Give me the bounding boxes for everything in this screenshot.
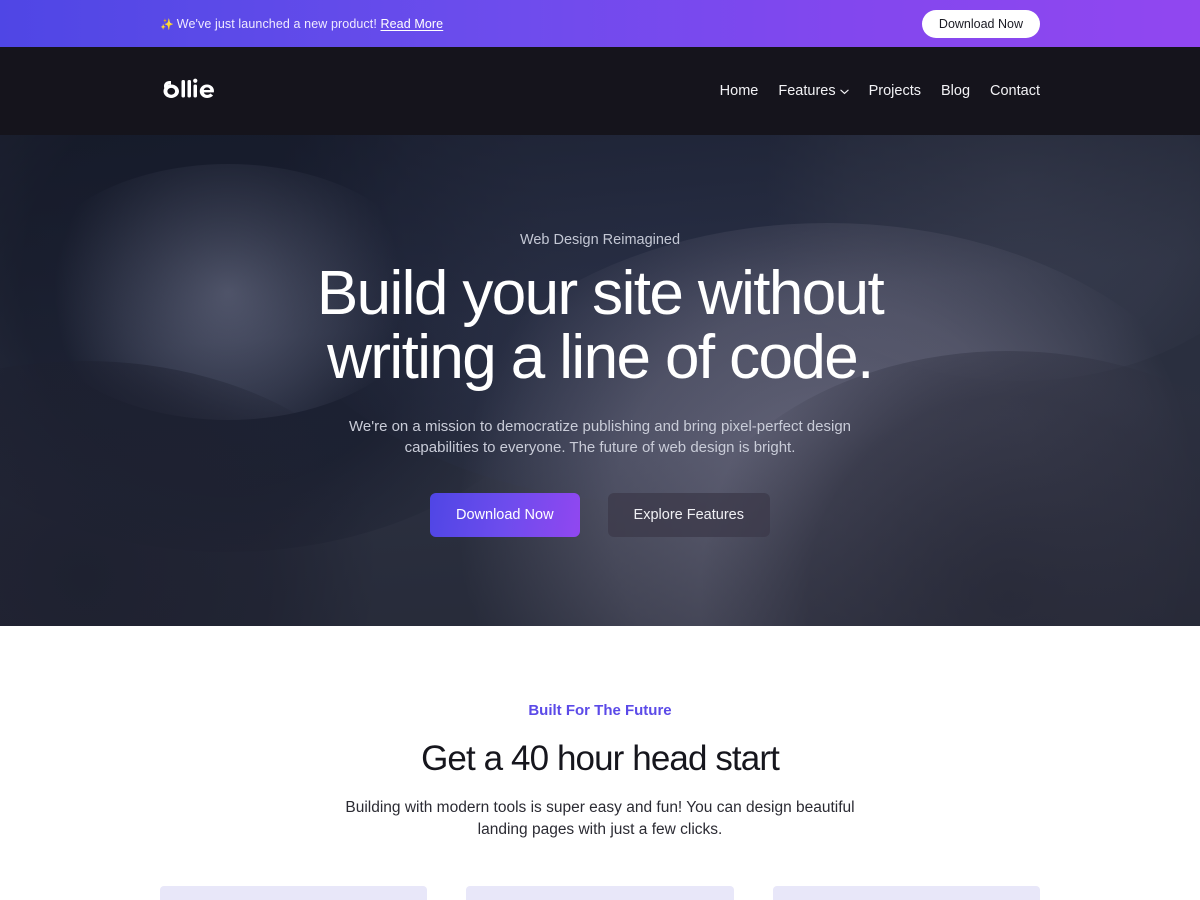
sparkle-icon: ✨ <box>160 18 174 31</box>
main-navigation-bar: Home Features Projects Blog Contact <box>0 47 1200 135</box>
nav-link-contact-label: Contact <box>990 83 1040 99</box>
nav-link-contact[interactable]: Contact <box>990 83 1040 99</box>
hero-section: Web Design Reimagined Build your site wi… <box>0 135 1200 626</box>
hero-download-now-button[interactable]: Download Now <box>430 493 580 538</box>
nav-link-projects[interactable]: Projects <box>869 83 921 99</box>
read-more-link[interactable]: Read More <box>381 17 444 31</box>
nav-link-features[interactable]: Features <box>778 83 849 99</box>
hero-action-buttons: Download Now Explore Features <box>430 493 770 538</box>
nav-link-blog-label: Blog <box>940 83 971 99</box>
hero-explore-features-button[interactable]: Explore Features <box>607 493 770 538</box>
features-eyebrow: Built For The Future <box>528 702 672 719</box>
nav-link-features-label: Features <box>778 83 836 99</box>
announcement-banner: ✨ We've just launched a new product! Read… <box>0 0 1200 47</box>
banner-download-now-button[interactable]: Download Now <box>921 9 1040 38</box>
feature-card-2[interactable] <box>466 885 734 900</box>
hero-title: Build your site without writing a line o… <box>316 259 885 392</box>
feature-card-1[interactable] <box>160 885 428 900</box>
nav-link-home[interactable]: Home <box>720 83 759 99</box>
hero-eyebrow: Web Design Reimagined <box>519 232 681 248</box>
feature-cards-row <box>0 885 1200 900</box>
nav-link-blog[interactable]: Blog <box>941 83 970 99</box>
nav-link-projects-label: Projects <box>868 83 921 99</box>
announcement-message: We've just launched a new product! <box>176 16 377 31</box>
feature-card-3[interactable] <box>772 885 1040 900</box>
nav-link-home-label: Home <box>719 83 759 99</box>
chevron-down-icon <box>839 83 849 99</box>
ollie-logo[interactable] <box>160 76 222 106</box>
hero-subtitle: We're on a mission to democratize publis… <box>348 417 852 457</box>
nav-links-list: Home Features Projects Blog Contact <box>720 83 1040 99</box>
announcement-text: ✨ We've just launched a new product! Read… <box>160 17 443 31</box>
features-title: Get a 40 hour head start <box>421 739 780 778</box>
hero-content: Web Design Reimagined Build your site wi… <box>0 135 1200 538</box>
features-subtitle: Building with modern tools is super easy… <box>345 799 855 839</box>
features-section: Built For The Future Get a 40 hour head … <box>0 626 1200 900</box>
